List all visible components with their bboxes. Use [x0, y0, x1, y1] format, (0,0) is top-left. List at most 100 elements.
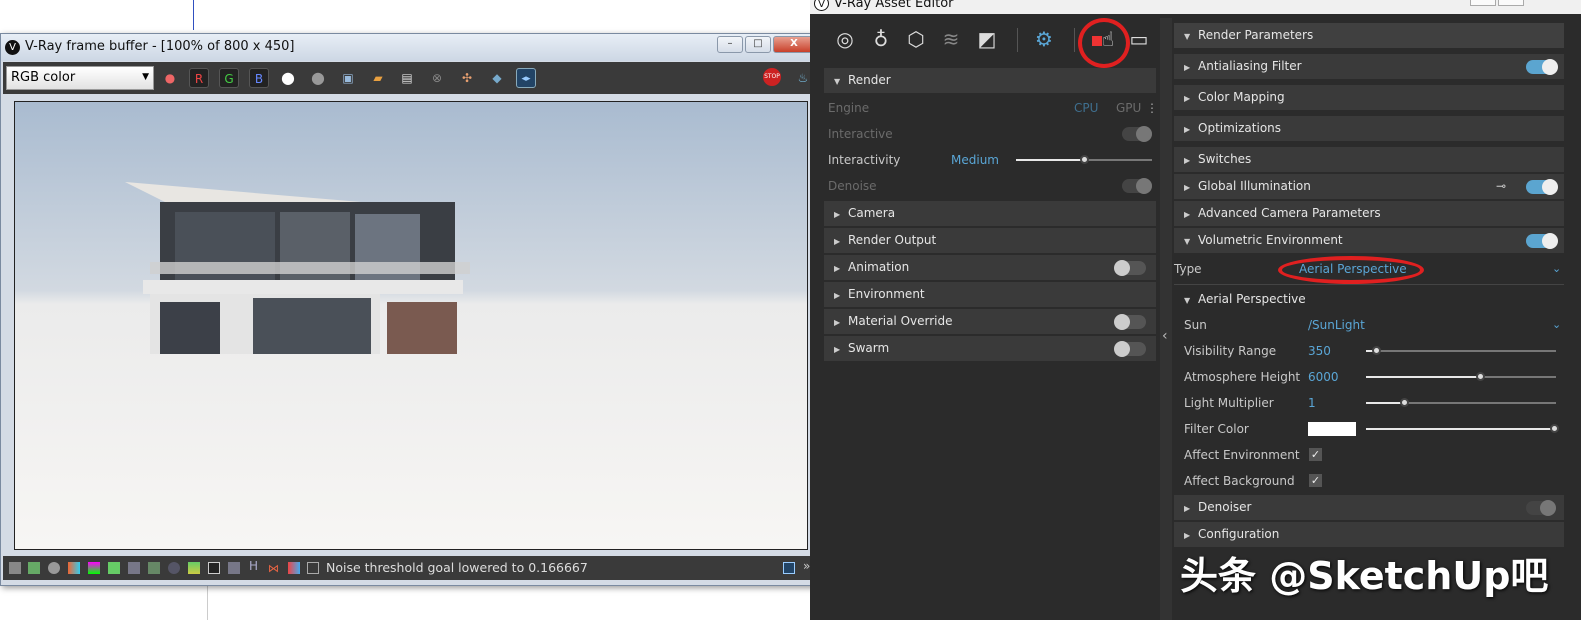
- gpu-option[interactable]: GPU: [1116, 95, 1141, 121]
- bokeh-icon[interactable]: [168, 562, 180, 574]
- param-value[interactable]: 6000: [1308, 364, 1339, 390]
- section-switches[interactable]: ▶ Switches: [1174, 147, 1564, 172]
- cpu-option[interactable]: CPU: [1074, 95, 1098, 121]
- levels-icon[interactable]: [108, 562, 120, 574]
- affect-environment-checkbox[interactable]: ✓: [1309, 448, 1322, 461]
- denoiser-toggle[interactable]: [1526, 500, 1556, 516]
- sun-row: Sun /SunLight ⌄: [1174, 312, 1564, 338]
- track-mouse-icon[interactable]: ✣: [457, 68, 477, 88]
- param-label: Light Multiplier: [1184, 396, 1274, 410]
- layers-icon[interactable]: ≋: [938, 26, 964, 52]
- collapse-chevron-icon[interactable]: ‹: [1162, 328, 1168, 344]
- clipboard-icon[interactable]: ▤: [397, 68, 417, 88]
- section-global-illumination[interactable]: ▶ Global Illumination ⊸: [1174, 174, 1564, 199]
- blue-channel-button[interactable]: B: [249, 68, 269, 88]
- histogram-icon[interactable]: [128, 562, 140, 574]
- save-icon[interactable]: ▣: [338, 68, 358, 88]
- monochrome-icon[interactable]: ●: [308, 68, 328, 88]
- maximize-button[interactable]: [1498, 0, 1524, 6]
- clear-icon[interactable]: ⊗: [427, 68, 447, 88]
- display-correction-icon[interactable]: [307, 562, 319, 574]
- section-antialiasing-filter[interactable]: ▶ Antialiasing Filter: [1174, 54, 1564, 79]
- param-value[interactable]: 350: [1308, 338, 1331, 364]
- section-swarm[interactable]: ▶ Swarm: [824, 336, 1156, 361]
- aerial-perspective-header[interactable]: ▼ Aerial Perspective: [1174, 287, 1564, 312]
- section-label: Denoiser: [1198, 500, 1252, 514]
- channel-select[interactable]: RGB color ▼: [6, 66, 154, 90]
- interactivity-value[interactable]: Medium: [951, 147, 999, 173]
- minimize-button[interactable]: [1470, 0, 1496, 6]
- frame-buffer-icon[interactable]: ▭: [1126, 26, 1152, 52]
- panel-splitter[interactable]: ‹: [1160, 18, 1172, 620]
- stereo-icon[interactable]: [288, 562, 300, 574]
- alpha-white-icon[interactable]: ●: [278, 68, 298, 88]
- affect-background-checkbox[interactable]: ✓: [1309, 474, 1322, 487]
- render-parameters-header[interactable]: ▼ Render Parameters: [1174, 23, 1564, 48]
- section-optimizations[interactable]: ▶ Optimizations: [1174, 116, 1564, 141]
- hue-label[interactable]: H: [249, 559, 258, 573]
- section-toggle[interactable]: [1114, 341, 1146, 357]
- fit-icon[interactable]: [783, 562, 795, 574]
- title-bar[interactable]: V V-Ray frame buffer - [100% of 800 x 45…: [1, 34, 821, 61]
- sun-dropdown[interactable]: /SunLight: [1308, 312, 1365, 338]
- render-section-header[interactable]: ▼ Render: [824, 68, 1156, 93]
- chevron-down-icon[interactable]: ⌄: [1552, 253, 1561, 285]
- section-animation[interactable]: ▶ Animation: [824, 255, 1156, 280]
- info-icon[interactable]: [48, 562, 60, 574]
- settings-icon[interactable]: ⚙: [1031, 26, 1057, 52]
- layers-icon[interactable]: [28, 562, 40, 574]
- title-bar[interactable]: V V-Ray Asset Editor: [810, 0, 1581, 14]
- stop-button[interactable]: STOP: [763, 68, 781, 86]
- param-value[interactable]: 1: [1308, 390, 1316, 416]
- close-button[interactable]: X: [773, 36, 815, 53]
- section-render-output[interactable]: ▶ Render Output: [824, 228, 1156, 253]
- hsl-icon[interactable]: [88, 562, 100, 574]
- param-slider[interactable]: [1366, 398, 1556, 407]
- denoiser-header[interactable]: ▶ Denoiser: [1174, 495, 1564, 520]
- section-material-override[interactable]: ▶ Material Override: [824, 309, 1156, 334]
- section-toggle[interactable]: [1114, 260, 1146, 276]
- lens-effects-icon[interactable]: ⋈: [268, 562, 280, 575]
- pin-icon[interactable]: ⊸: [1496, 174, 1506, 199]
- param-slider[interactable]: [1366, 346, 1556, 355]
- lights-icon[interactable]: ♁: [868, 26, 894, 52]
- section-volumetric-environment[interactable]: ▼ Volumetric Environment: [1174, 228, 1564, 253]
- compare-icon[interactable]: ◂▸: [516, 68, 536, 88]
- textures-icon[interactable]: ◩: [974, 26, 1000, 52]
- configuration-header[interactable]: ▶ Configuration: [1174, 522, 1564, 547]
- section-toggle[interactable]: [1526, 233, 1558, 249]
- materials-icon[interactable]: ◎: [832, 26, 858, 52]
- section-environment[interactable]: ▶ Environment: [824, 282, 1156, 307]
- maximize-button[interactable]: □: [745, 36, 771, 53]
- filter-color-swatch[interactable]: [1308, 422, 1356, 436]
- exposure-icon[interactable]: [68, 562, 80, 574]
- open-folder-icon[interactable]: ▰: [368, 68, 388, 88]
- section-advanced-camera-parameters[interactable]: ▶ Advanced Camera Parameters: [1174, 201, 1564, 226]
- lut-icon[interactable]: [228, 562, 240, 574]
- section-toggle[interactable]: [1114, 314, 1146, 330]
- chevron-down-icon[interactable]: ⌄: [1552, 312, 1561, 338]
- history-icon[interactable]: [9, 562, 21, 574]
- red-channel-button[interactable]: R: [189, 68, 209, 88]
- section-label: Animation: [848, 260, 910, 274]
- section-toggle[interactable]: [1526, 59, 1558, 75]
- section-camera[interactable]: ▶ Camera: [824, 201, 1156, 226]
- more-icon[interactable]: ⋮: [1146, 95, 1158, 121]
- section-toggle[interactable]: [1526, 179, 1558, 195]
- section-color-mapping[interactable]: ▶ Color Mapping: [1174, 85, 1564, 110]
- render-region-icon[interactable]: ◆: [487, 68, 507, 88]
- minimize-button[interactable]: –: [717, 36, 743, 53]
- render-settings-panel: ▼ Render Engine CPU GPU ⋮ Interactive Int…: [824, 68, 1158, 361]
- background-icon[interactable]: [188, 562, 200, 574]
- param-slider[interactable]: [1366, 372, 1556, 381]
- expanded-arrow-icon: ▼: [1184, 237, 1191, 246]
- geometry-icon[interactable]: ⬡: [903, 26, 929, 52]
- curve-icon[interactable]: [208, 562, 220, 574]
- color-corrections-icon[interactable]: ●: [160, 68, 180, 88]
- interactivity-slider[interactable]: [1016, 155, 1152, 164]
- curves-icon[interactable]: [148, 562, 160, 574]
- interactive-toggle[interactable]: [1122, 126, 1152, 142]
- denoise-toggle[interactable]: [1122, 178, 1152, 194]
- green-channel-button[interactable]: G: [219, 68, 239, 88]
- filter-color-slider[interactable]: [1366, 424, 1559, 433]
